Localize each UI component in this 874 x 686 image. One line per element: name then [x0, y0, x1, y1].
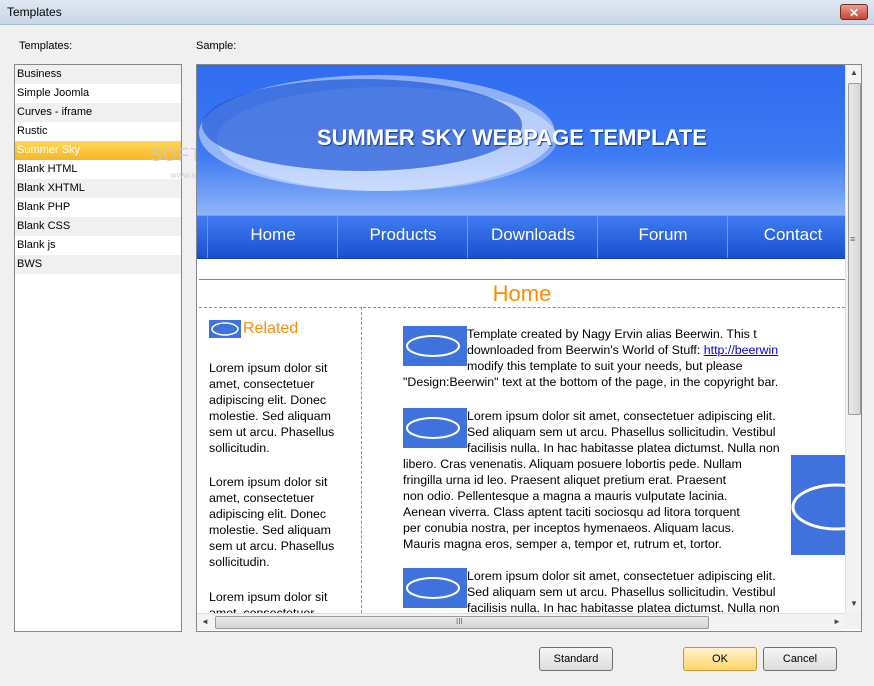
text-line: Sed aliquam sem ut arcu. Phasellus solli…	[467, 425, 776, 439]
template-item-blank-xhtml[interactable]: Blank XHTML	[15, 179, 181, 198]
template-item-blank-php[interactable]: Blank PHP	[15, 198, 181, 217]
text-line: per conubia nostra, per inceptos hymenae…	[403, 521, 735, 535]
text-line: adipiscing elit. Donec	[209, 507, 327, 521]
horizontal-scrollbar[interactable]: ◄ III ►	[197, 613, 845, 630]
template-item-blank-js[interactable]: Blank js	[15, 236, 181, 255]
text-line: Sed aliquam sem ut arcu. Phasellus solli…	[467, 585, 776, 599]
template-item-business[interactable]: Business	[15, 65, 181, 84]
preview-nav: Home Products Downloads Forum Contact	[197, 215, 845, 259]
text-line: modify this template to suit your needs,…	[467, 359, 743, 373]
text-line: facilisis nulla. In hac habitasse platea…	[467, 601, 780, 613]
nav-item-forum[interactable]: Forum	[597, 216, 728, 258]
related-paragraph: Lorem ipsum dolor sit amet, consectetuer…	[209, 474, 334, 570]
related-heading-text: Related	[243, 320, 299, 338]
text-line: molestie. Sed aliquam	[209, 409, 331, 423]
intro-text-full: "Design:Beerwin" text at the bottom of t…	[403, 375, 779, 389]
text-line: sollicitudin.	[209, 441, 270, 455]
templates-label: Templates:	[19, 40, 73, 52]
text-line: downloaded from Beerwin's World of Stuff…	[467, 343, 779, 357]
template-item-bws[interactable]: BWS	[15, 255, 181, 274]
scroll-right-icon[interactable]: ►	[833, 617, 841, 626]
article-thumbnail-icon	[403, 568, 467, 608]
vertical-scrollbar[interactable]: ▲ ≡ ▼	[845, 65, 861, 613]
horizontal-scroll-thumb[interactable]: III	[215, 616, 709, 629]
page-heading: Home	[199, 279, 845, 310]
text-line: amet, consectetuer	[209, 606, 315, 613]
scroll-corner	[845, 613, 861, 629]
nav-item-downloads[interactable]: Downloads	[467, 216, 598, 258]
cancel-button[interactable]: Cancel	[763, 647, 837, 671]
article-text-right: Lorem ipsum dolor sit amet, consectetuer…	[467, 408, 780, 456]
text-line: sollicitudin.	[209, 555, 270, 569]
article-thumbnail-icon	[403, 408, 467, 448]
text-line: adipiscing elit. Donec	[209, 393, 327, 407]
large-thumbnail-icon	[791, 455, 845, 555]
text-line: non odio. Pellentesque a magna a mauris …	[403, 489, 728, 503]
text-line: Template created by Nagy Ervin alias Bee…	[467, 327, 757, 341]
text-line: amet, consectetuer	[209, 491, 315, 505]
template-item-rustic[interactable]: Rustic	[15, 122, 181, 141]
scroll-up-icon[interactable]: ▲	[850, 68, 858, 77]
nav-item-home[interactable]: Home	[207, 216, 338, 258]
nav-item-contact[interactable]: Contact	[727, 216, 845, 258]
grip-icon: III	[456, 617, 463, 626]
title-bar: Templates ✕	[0, 0, 874, 25]
related-column: Related Lorem ipsum dolor sit amet, cons…	[199, 307, 362, 613]
related-icon	[209, 320, 241, 338]
intro-text-right: Template created by Nagy Ervin alias Bee…	[467, 326, 778, 374]
window-title: Templates	[7, 5, 62, 19]
text-line: amet, consectetuer	[209, 377, 315, 391]
text-line: Lorem ipsum dolor sit	[209, 475, 328, 489]
main-content-column: Template created by Nagy Ervin alias Bee…	[363, 307, 845, 613]
text-line: sem ut arcu. Phasellus	[209, 425, 335, 439]
banner-title: SUMMER SKY WEBPAGE TEMPLATE	[317, 125, 707, 150]
related-heading: Related	[209, 320, 298, 338]
scroll-left-icon[interactable]: ◄	[201, 617, 209, 626]
related-paragraph: Lorem ipsum dolor sit amet, consectetuer…	[209, 360, 334, 456]
article-text-right: Lorem ipsum dolor sit amet, consectetuer…	[467, 568, 780, 613]
text-line: libero. Cras venenatis. Aliquam posuere …	[403, 457, 742, 471]
close-icon: ✕	[848, 6, 860, 20]
text-line: fringilla urna id leo. Praesent aliquet …	[403, 473, 727, 487]
text-line: facilisis nulla. In hac habitasse platea…	[467, 441, 780, 455]
text-line: Lorem ipsum dolor sit amet, consectetuer…	[467, 409, 776, 423]
related-paragraph: Lorem ipsum dolor sit amet, consectetuer	[209, 589, 327, 613]
standard-button[interactable]: Standard	[539, 647, 613, 671]
template-item-curves-iframe[interactable]: Curves - iframe	[15, 103, 181, 122]
nav-item-products[interactable]: Products	[337, 216, 468, 258]
scroll-down-icon[interactable]: ▼	[850, 599, 858, 608]
article-text-full: libero. Cras venenatis. Aliquam posuere …	[403, 456, 742, 552]
template-item-simple-joomla[interactable]: Simple Joomla	[15, 84, 181, 103]
text-line: Lorem ipsum dolor sit	[209, 590, 328, 604]
template-item-blank-css[interactable]: Blank CSS	[15, 217, 181, 236]
text-line: Lorem ipsum dolor sit amet, consectetuer…	[467, 569, 776, 583]
text-line: Lorem ipsum dolor sit	[209, 361, 328, 375]
beerwin-link[interactable]: http://beerwin	[704, 343, 778, 357]
preview-viewport: SUMMER SKY WEBPAGE TEMPLATE Home Product…	[197, 65, 845, 613]
vertical-scroll-thumb[interactable]: ≡	[848, 83, 861, 415]
text-line: Aenean viverra. Class aptent taciti soci…	[403, 505, 740, 519]
grip-icon: ≡	[850, 234, 856, 244]
close-button[interactable]: ✕	[840, 4, 868, 20]
sample-preview[interactable]: SUMMER SKY WEBPAGE TEMPLATE Home Product…	[196, 64, 862, 632]
sample-label: Sample:	[196, 40, 237, 52]
article-thumbnail-icon	[403, 326, 467, 366]
text-line: molestie. Sed aliquam	[209, 523, 331, 537]
text-line: sem ut arcu. Phasellus	[209, 539, 335, 553]
preview-banner: SUMMER SKY WEBPAGE TEMPLATE	[197, 65, 845, 215]
ok-button[interactable]: OK	[683, 647, 757, 671]
text-line: Mauris magna eros, semper a, tempor et, …	[403, 537, 722, 551]
